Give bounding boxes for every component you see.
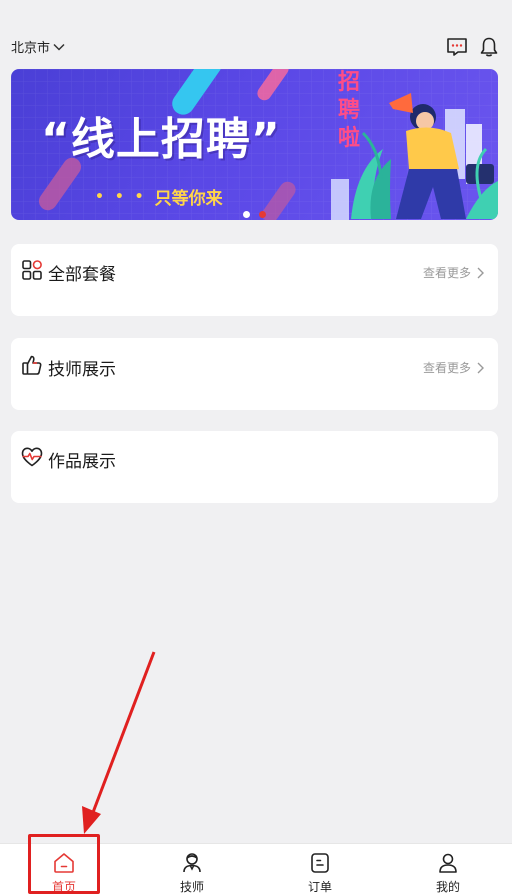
tab-profile[interactable]: 我的 xyxy=(384,844,512,896)
tab-label: 订单 xyxy=(307,880,332,894)
view-more-label: 查看更多 xyxy=(422,266,471,280)
view-more-link[interactable]: 查看更多 xyxy=(423,264,484,281)
tab-orders[interactable]: 订单 xyxy=(256,844,384,896)
profile-icon xyxy=(439,853,457,873)
section-card-works[interactable]: 作品展示 xyxy=(11,431,498,503)
banner-side-char: 招 xyxy=(337,70,360,95)
order-icon xyxy=(311,853,329,873)
thumbs-up-icon xyxy=(22,355,42,375)
technician-icon xyxy=(183,853,201,873)
tab-label: 技师 xyxy=(179,880,204,894)
banner-headline: “线上招聘” xyxy=(41,114,281,165)
city-selector[interactable]: 北京市 xyxy=(11,37,65,56)
carousel-dot-2[interactable] xyxy=(259,211,266,218)
grid-icon xyxy=(22,260,42,280)
view-more-label: 查看更多 xyxy=(422,361,471,375)
tab-label: 我的 xyxy=(435,880,460,894)
top-bar: 北京市 xyxy=(0,30,512,62)
section-title: 技师展示 xyxy=(48,360,116,380)
view-more-link[interactable]: 查看更多 xyxy=(423,359,484,376)
carousel-dot-1[interactable] xyxy=(243,211,250,218)
message-icon[interactable] xyxy=(446,36,468,58)
banner-subline-text: 只等你来 xyxy=(154,189,223,209)
section-card-technicians[interactable]: 技师展示 查看更多 xyxy=(11,338,498,410)
banner-side-text: 招 聘 啦 xyxy=(327,69,371,153)
banner-subline-dots: • • • xyxy=(95,188,147,205)
chevron-right-icon xyxy=(477,362,484,373)
section-title: 作品展示 xyxy=(48,452,116,472)
banner-subline: • • • 只等你来 xyxy=(95,184,223,210)
chevron-down-icon xyxy=(53,43,65,51)
home-icon xyxy=(54,853,74,873)
section-title: 全部套餐 xyxy=(48,265,116,285)
promo-banner[interactable]: “线上招聘” • • • 只等你来 招 聘 啦 xyxy=(11,69,498,220)
bell-icon[interactable] xyxy=(478,36,500,58)
tab-home[interactable]: 首页 xyxy=(0,844,128,896)
bottom-tab-bar: 首页 技师 订单 我的 xyxy=(0,843,512,896)
tab-label: 首页 xyxy=(51,880,76,894)
chevron-right-icon xyxy=(477,267,484,278)
banner-side-char: 啦 xyxy=(337,126,360,151)
banner-side-char: 聘 xyxy=(337,98,360,123)
city-label: 北京市 xyxy=(11,41,51,56)
heart-pulse-icon xyxy=(21,447,43,467)
section-card-packages[interactable]: 全部套餐 查看更多 xyxy=(11,244,498,316)
tab-technicians[interactable]: 技师 xyxy=(128,844,256,896)
